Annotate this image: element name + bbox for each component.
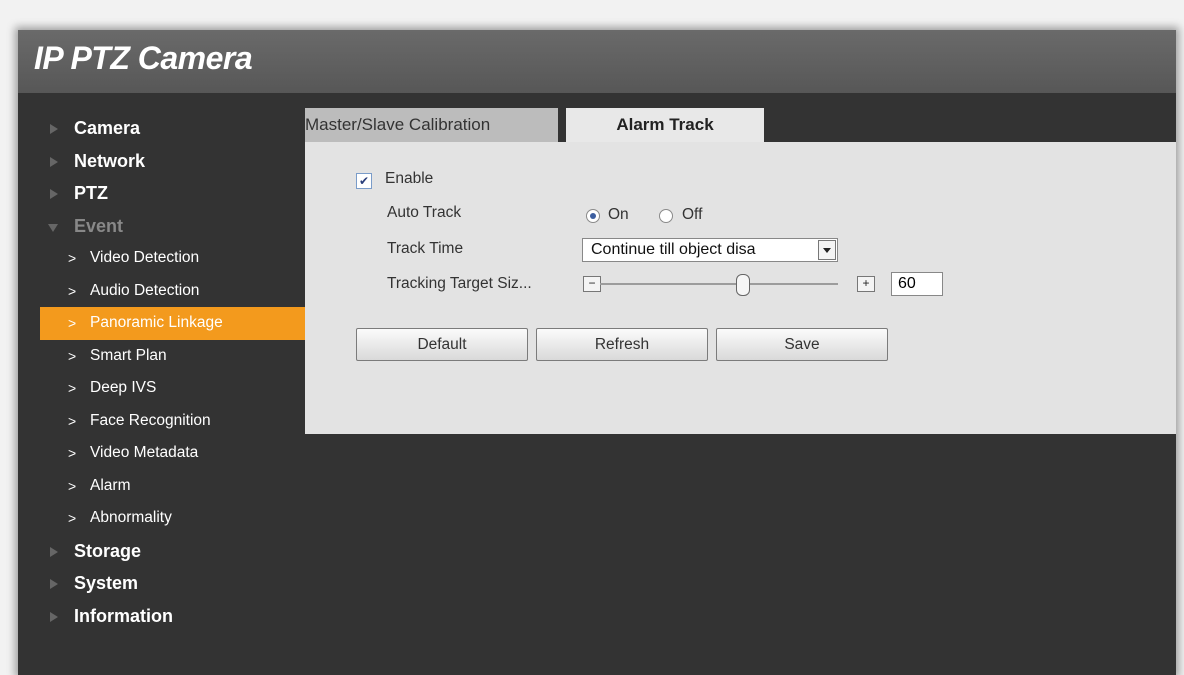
sidebar-subitem-audio-detection[interactable]: > Audio Detection (18, 275, 305, 308)
app-header: IP PTZ Camera (18, 30, 1176, 93)
tab-bar: Master/Slave Calibration Alarm Track (305, 108, 1176, 142)
sidebar-subitem-label: Smart Plan (90, 346, 167, 364)
chevron-right-icon: > (68, 380, 77, 396)
sidebar-subitem-label: Deep IVS (90, 379, 157, 396)
sidebar-subitem-smart-plan[interactable]: > Smart Plan (18, 340, 305, 373)
auto-track-label: Auto Track (387, 204, 462, 221)
sidebar-subitem-label: Video Metadata (90, 444, 199, 461)
tracking-target-size-label: Tracking Target Siz... (387, 275, 532, 292)
size-decrease-button[interactable]: − (583, 276, 601, 292)
auto-track-on-radio[interactable] (586, 209, 600, 223)
sidebar-item-ptz[interactable]: PTZ (18, 177, 305, 210)
auto-track-off-radio[interactable] (659, 209, 673, 223)
sidebar-item-label: System (74, 573, 139, 593)
chevron-right-icon: > (68, 477, 77, 494)
triangle-right-icon (50, 124, 58, 134)
chevron-right-icon: > (68, 347, 77, 364)
checkmark-icon: ✔ (358, 174, 370, 188)
track-time-value: Continue till object disa (591, 241, 756, 258)
auto-track-on-label: On (608, 206, 629, 223)
app-title: IP PTZ Camera (34, 40, 253, 76)
sidebar-item-label: PTZ (74, 183, 108, 203)
default-button[interactable]: Default (356, 328, 528, 361)
sidebar-item-network[interactable]: Network (18, 145, 305, 178)
triangle-right-icon (50, 611, 58, 622)
sidebar-subitem-label: Abnormality (90, 509, 172, 526)
sidebar-item-label: Camera (74, 118, 141, 138)
chevron-right-icon: > (68, 250, 77, 266)
chevron-right-icon: > (68, 510, 77, 526)
sidebar-subitem-label: Alarm (90, 476, 131, 494)
sidebar-subitem-label: Face Recognition (90, 411, 211, 429)
sidebar-subitem-face-recognition[interactable]: > Face Recognition (18, 405, 305, 438)
sidebar-subitem-label: Audio Detection (90, 281, 200, 299)
enable-label: Enable (385, 170, 434, 187)
sidebar-subitem-panoramic-linkage[interactable]: > Panoramic Linkage (40, 307, 305, 340)
track-time-select[interactable]: Continue till object disa (582, 238, 838, 262)
size-value-input[interactable]: 60 (891, 272, 943, 296)
sidebar-item-system[interactable]: System (18, 567, 305, 600)
sidebar-item-camera[interactable]: Camera (18, 112, 305, 145)
app-window: IP PTZ Camera Camera Network PTZ Event >… (18, 30, 1176, 675)
alarm-track-panel: ✔ Enable Auto Track On Off Track Time Co… (305, 142, 1176, 434)
track-time-label: Track Time (387, 240, 464, 257)
chevron-right-icon: > (68, 445, 77, 461)
triangle-down-icon (48, 223, 58, 232)
sidebar-subitem-deep-ivs[interactable]: > Deep IVS (18, 372, 305, 405)
size-slider-thumb[interactable] (736, 274, 750, 296)
triangle-right-icon (50, 189, 58, 199)
enable-checkbox[interactable]: ✔ (356, 173, 372, 189)
sidebar-subitem-video-metadata[interactable]: > Video Metadata (18, 437, 305, 470)
size-increase-button[interactable]: + (857, 276, 875, 292)
sidebar-subitem-abnormality[interactable]: > Abnormality (18, 502, 305, 535)
sidebar-subitem-alarm[interactable]: > Alarm (18, 470, 305, 503)
sidebar-subitem-video-detection[interactable]: > Video Detection (18, 242, 305, 275)
size-slider-track[interactable] (600, 283, 838, 285)
auto-track-off-label: Off (682, 206, 703, 223)
triangle-right-icon (50, 156, 58, 167)
sidebar-subitem-label: Video Detection (90, 249, 200, 266)
tab-master-slave-calibration[interactable]: Master/Slave Calibration (305, 108, 558, 142)
sidebar-item-label: Storage (74, 540, 142, 561)
chevron-right-icon: > (68, 315, 77, 331)
sidebar-item-event[interactable]: Event (18, 210, 305, 243)
triangle-right-icon (50, 579, 58, 589)
sidebar-item-label: Event (74, 215, 124, 236)
dropdown-arrow-icon[interactable] (818, 240, 836, 260)
refresh-button[interactable]: Refresh (536, 328, 708, 361)
radio-dot-icon (590, 213, 596, 219)
sidebar-subitem-label: Panoramic Linkage (90, 314, 223, 331)
sidebar-item-label: Network (74, 150, 146, 171)
sidebar-item-storage[interactable]: Storage (18, 535, 305, 568)
chevron-right-icon: > (68, 282, 77, 299)
tab-alarm-track[interactable]: Alarm Track (566, 108, 764, 142)
save-button[interactable]: Save (716, 328, 888, 361)
chevron-right-icon: > (68, 412, 77, 429)
sidebar-item-label: Information (74, 605, 173, 626)
sidebar-item-information[interactable]: Information (18, 600, 305, 633)
triangle-right-icon (50, 546, 58, 557)
sidebar-nav: Camera Network PTZ Event > Video Detecti… (18, 112, 305, 632)
